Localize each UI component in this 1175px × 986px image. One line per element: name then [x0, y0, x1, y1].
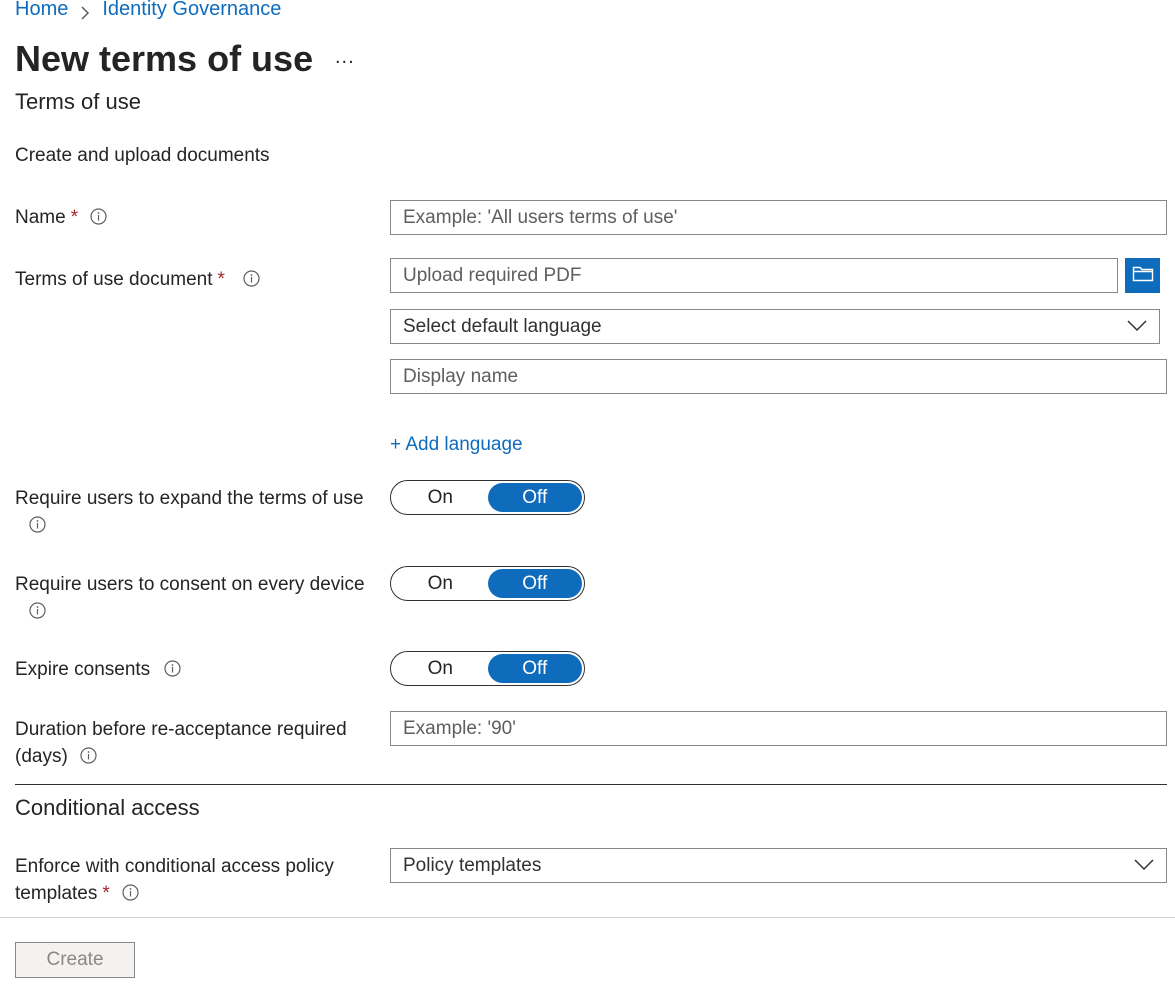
expand-label: Require users to expand the terms of use — [15, 485, 385, 539]
info-icon[interactable] — [122, 884, 139, 901]
duration-label-unit: (days) — [15, 746, 68, 767]
conditional-access-heading: Conditional access — [15, 795, 200, 820]
default-language-select-value: Select default language — [403, 315, 602, 337]
expire-toggle-off[interactable]: Off — [487, 654, 582, 683]
required-asterisk: * — [217, 269, 225, 290]
info-icon[interactable] — [164, 660, 181, 677]
policy-templates-label-line2: templates — [15, 883, 98, 904]
consent-device-toggle[interactable]: On Off — [390, 566, 585, 601]
name-label: Name * — [15, 204, 107, 231]
duration-label: Duration before re-acceptance required (… — [15, 716, 385, 770]
expand-toggle-off[interactable]: Off — [487, 483, 582, 512]
document-label: Terms of use document * — [15, 266, 260, 293]
add-language-link[interactable]: + Add language — [390, 434, 523, 456]
chevron-right-icon — [80, 3, 90, 20]
expand-toggle-on[interactable]: On — [393, 483, 488, 512]
info-icon[interactable] — [29, 516, 46, 533]
chevron-down-icon — [1134, 855, 1154, 877]
browse-file-button[interactable] — [1125, 258, 1160, 293]
name-input[interactable] — [390, 200, 1167, 235]
breadcrumb-home-link[interactable]: Home — [15, 0, 68, 21]
required-asterisk: * — [70, 207, 79, 228]
breadcrumb-identity-governance-link[interactable]: Identity Governance — [102, 0, 281, 21]
section-divider — [15, 784, 1167, 785]
footer-divider — [0, 917, 1175, 918]
info-icon[interactable] — [90, 208, 107, 225]
policy-templates-label-text: Enforce with conditional access policy — [15, 856, 334, 877]
expire-label-text: Expire consents — [15, 659, 151, 680]
breadcrumb: Home Identity Governance — [15, 0, 281, 21]
document-label-text: Terms of use document — [15, 269, 213, 290]
chevron-down-icon — [1127, 316, 1147, 338]
info-icon[interactable] — [80, 747, 97, 764]
folder-icon — [1132, 264, 1154, 287]
duration-label-text: Duration before re-acceptance required — [15, 719, 347, 740]
default-language-select[interactable]: Select default language — [390, 309, 1160, 344]
expand-label-text: Require users to expand the terms of use — [15, 488, 364, 509]
policy-templates-select-value: Policy templates — [403, 854, 542, 876]
consent-device-label: Require users to consent on every device — [15, 571, 385, 625]
upload-pdf-input[interactable] — [390, 258, 1118, 293]
section-description: Create and upload documents — [15, 145, 270, 166]
duration-input[interactable] — [390, 711, 1167, 746]
consent-device-toggle-off[interactable]: Off — [487, 569, 582, 598]
page-subtitle: Terms of use — [15, 89, 141, 114]
consent-device-label-text: Require users to consent on every device — [15, 574, 365, 595]
name-label-text: Name — [15, 207, 66, 228]
policy-templates-label: Enforce with conditional access policy t… — [15, 853, 385, 907]
expire-toggle-on[interactable]: On — [393, 654, 488, 683]
required-asterisk: * — [102, 883, 110, 904]
consent-device-toggle-on[interactable]: On — [393, 569, 488, 598]
info-icon[interactable] — [243, 270, 260, 287]
more-options-icon[interactable]: ... — [335, 46, 355, 69]
expire-toggle[interactable]: On Off — [390, 651, 585, 686]
display-name-input[interactable] — [390, 359, 1167, 394]
create-button[interactable]: Create — [15, 942, 135, 978]
policy-templates-select[interactable]: Policy templates — [390, 848, 1167, 883]
info-icon[interactable] — [29, 602, 46, 619]
page-title: New terms of use — [15, 38, 314, 79]
expand-toggle[interactable]: On Off — [390, 480, 585, 515]
expire-label: Expire consents — [15, 656, 181, 683]
